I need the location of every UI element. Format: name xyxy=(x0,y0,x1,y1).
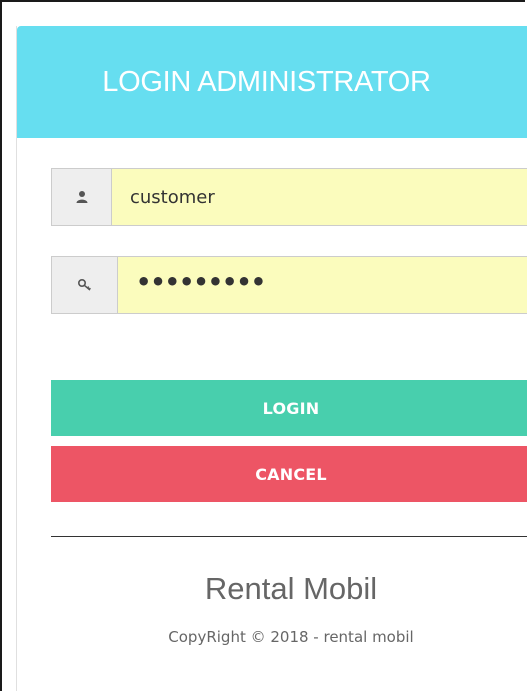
key-icon xyxy=(51,256,117,314)
password-input-group: ••••••••• xyxy=(51,256,527,314)
brand-name: Rental Mobil xyxy=(204,571,378,606)
cancel-button[interactable]: CANCEL xyxy=(51,446,527,502)
login-header: LOGIN ADMINISTRATOR xyxy=(17,26,527,138)
login-card: LOGIN ADMINISTRATOR customer ••••••••• L… xyxy=(16,26,527,691)
password-field[interactable]: ••••••••• xyxy=(117,256,527,314)
username-input-group: customer xyxy=(51,168,527,226)
copyright-text: CopyRight © 2018 - rental mobil xyxy=(168,628,414,646)
page-title: LOGIN ADMINISTRATOR xyxy=(102,65,431,98)
user-icon xyxy=(51,168,111,226)
frame-left-edge xyxy=(0,0,2,691)
login-button[interactable]: LOGIN xyxy=(51,380,527,436)
divider xyxy=(51,536,527,537)
username-field[interactable]: customer xyxy=(111,168,527,226)
